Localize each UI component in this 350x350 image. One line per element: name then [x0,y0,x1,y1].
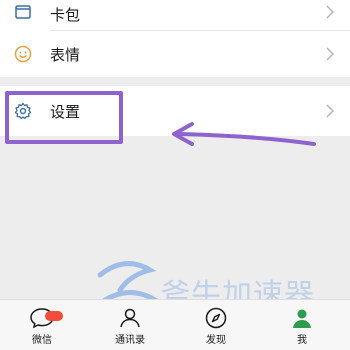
chevron-right-icon [326,104,334,118]
wallet-icon [15,5,31,19]
menu-item-stickers[interactable]: 表情 [0,31,350,77]
bottom-tab-bar: 微信 通讯录 发现 我 [0,299,350,350]
section-gap [0,77,350,86]
pointer-arrow [172,122,316,146]
tab-label: 我 [297,335,307,346]
tab-label: 发现 [206,335,226,346]
tab-label: 通讯录 [115,335,145,346]
menu-item-label: 表情 [50,45,81,64]
unread-badge [45,311,63,321]
tab-contacts[interactable]: 通讯录 [100,306,160,346]
menu-item-label: 卡包 [50,6,81,24]
tab-me[interactable]: 我 [272,306,332,346]
highlight-box [5,91,123,144]
person-icon [293,309,311,328]
chevron-right-icon [326,47,334,61]
menu-item-card-pack[interactable]: 卡包 [0,0,350,30]
smile-icon [14,45,32,63]
tab-chats[interactable]: 微信 [12,306,72,346]
chevron-right-icon [326,5,334,19]
compass-icon [205,307,227,329]
tab-label: 微信 [32,335,52,346]
tab-discover[interactable]: 发现 [186,306,246,346]
contacts-icon [120,308,140,328]
